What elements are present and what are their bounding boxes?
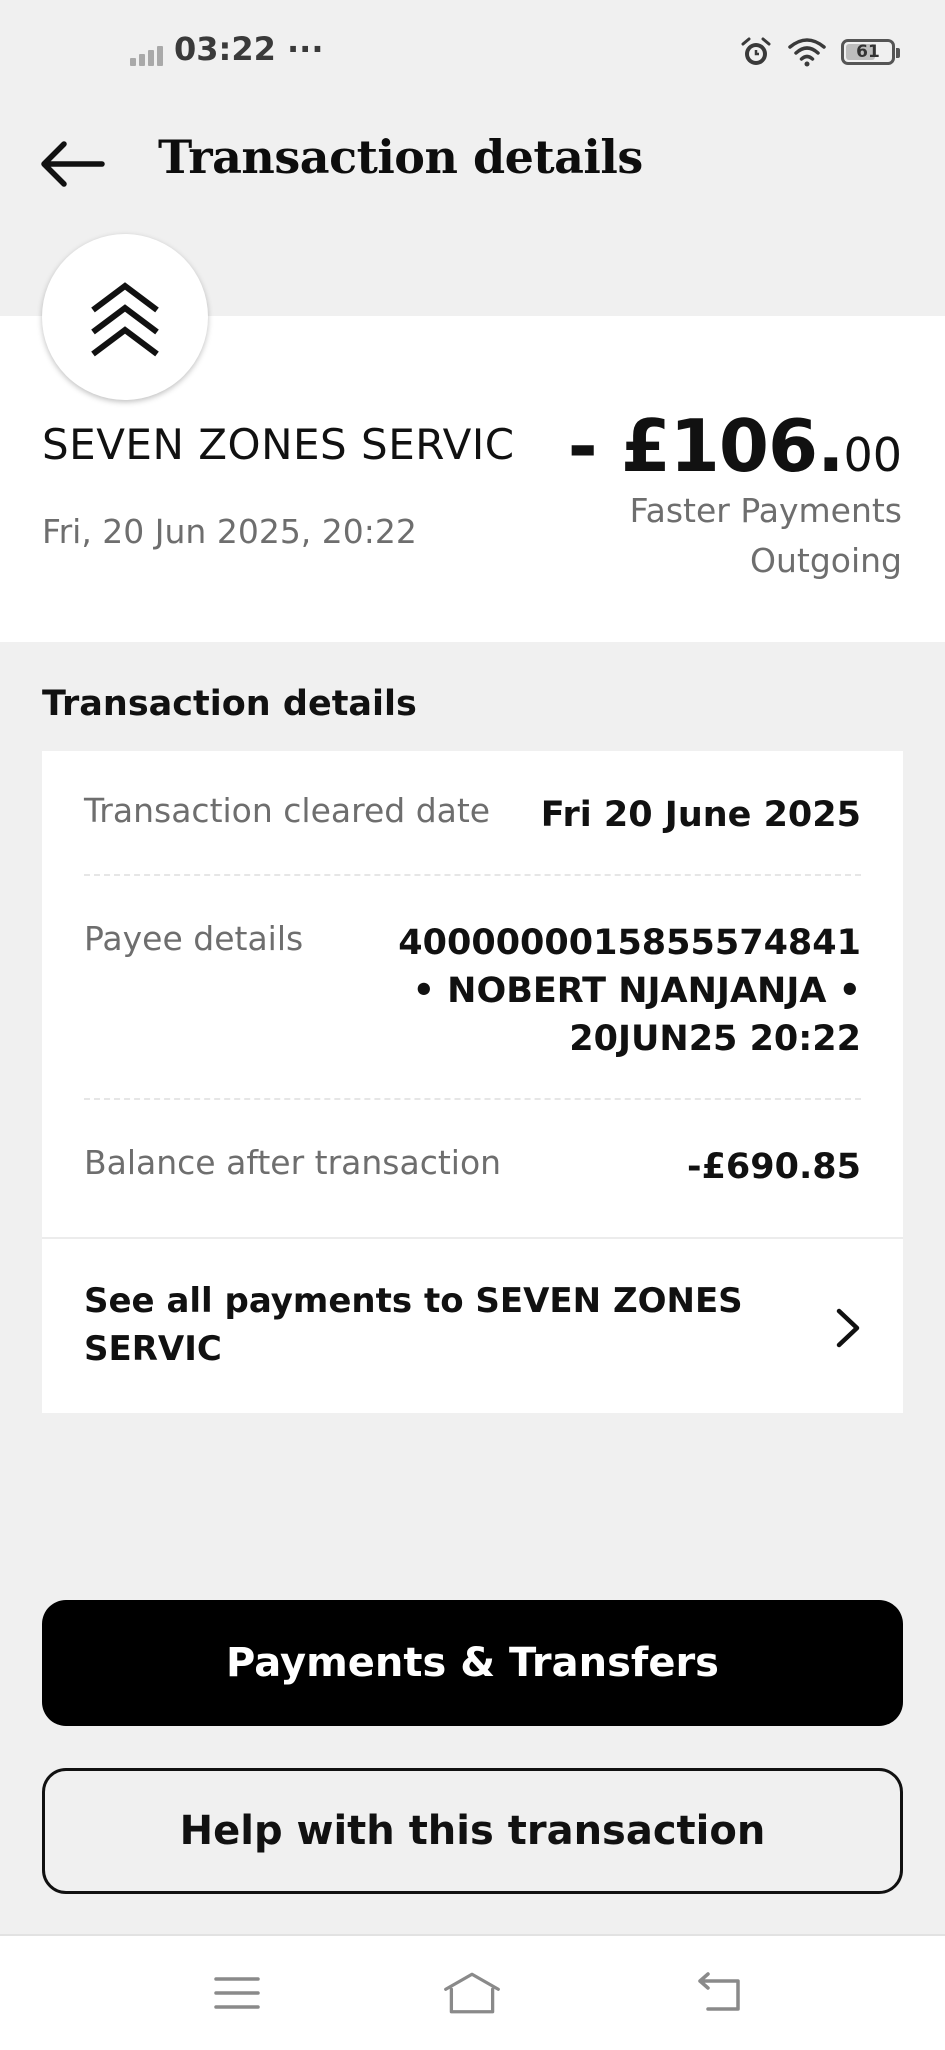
battery-icon: 61 [841, 39, 900, 65]
status-bar: 03:22 ··· 61 [0, 0, 945, 104]
menu-icon [214, 1977, 260, 2009]
payee-reference: 4000000015855574841 [398, 923, 861, 963]
nav-back-button[interactable] [690, 1966, 750, 2020]
balance-row: Balance after transaction -£690.85 [84, 1143, 861, 1191]
battery-level: 61 [856, 42, 880, 62]
back-button[interactable] [38, 134, 110, 194]
payee-details-row: Payee details 4000000015855574841 • NOBE… [84, 919, 861, 1063]
balance-label: Balance after transaction [84, 1143, 502, 1182]
cleared-date-value: Fri 20 June 2025 [540, 795, 861, 835]
wifi-icon [788, 38, 826, 67]
alarm-icon [741, 37, 771, 65]
help-transaction-button[interactable]: Help with this transaction [42, 1768, 903, 1894]
payee-details-value: 4000000015855574841 • NOBERT NJANJANJA •… [398, 919, 861, 1063]
amount-main: - £106. [567, 404, 845, 488]
status-dots: ··· [287, 30, 324, 68]
payee-name: • NOBERT NJANJANJA • [412, 971, 861, 1011]
nav-home-button[interactable] [442, 1966, 502, 2020]
signal-icon [130, 38, 166, 66]
payment-type: Faster Payments Outgoing [630, 486, 902, 586]
section-title: Transaction details [42, 684, 417, 724]
system-nav-bar [0, 1934, 945, 2050]
cleared-date-row: Transaction cleared date Fri 20 June 202… [84, 791, 861, 839]
chevrons-up-icon [91, 282, 159, 357]
cleared-date-label: Transaction cleared date [84, 791, 491, 830]
status-time: 03:22 ··· [174, 30, 324, 68]
see-all-payments-link[interactable]: See all payments to SEVEN ZONES SERVIC [42, 1239, 903, 1413]
merchant-name: SEVEN ZONES SERVIC [42, 420, 515, 469]
transaction-datetime: Fri, 20 Jun 2025, 20:22 [42, 512, 417, 551]
balance-value: -£690.85 [687, 1147, 861, 1187]
payment-method: Faster Payments [629, 491, 902, 530]
transaction-details-card: Transaction cleared date Fri 20 June 202… [42, 751, 903, 1413]
see-all-payments-label: See all payments to SEVEN ZONES SERVIC [84, 1281, 743, 1369]
merchant-logo [42, 234, 208, 400]
payee-timestamp: 20JUN25 20:22 [569, 1019, 861, 1059]
status-right: 61 [739, 34, 900, 70]
page-title: Transaction details [158, 130, 643, 184]
home-icon [444, 1972, 500, 2014]
payments-transfers-button[interactable]: Payments & Transfers [42, 1600, 903, 1726]
arrow-left-icon [41, 141, 105, 187]
transaction-amount: - £106.00 [568, 404, 902, 488]
payee-details-label: Payee details [84, 919, 304, 958]
amount-cents: 00 [843, 428, 902, 482]
divider [84, 874, 861, 876]
nav-menu-button[interactable] [207, 1966, 267, 2020]
back-nav-icon [698, 1972, 740, 2011]
payment-direction: Outgoing [750, 541, 902, 580]
chevron-right-icon [836, 1308, 860, 1348]
divider [84, 1098, 861, 1100]
